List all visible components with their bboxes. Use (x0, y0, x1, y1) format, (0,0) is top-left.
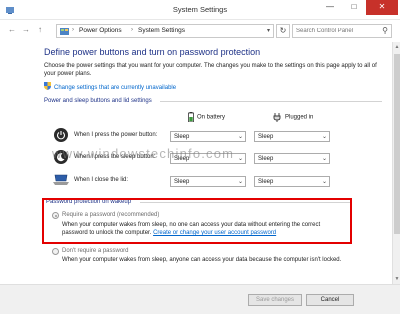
chevron-down-icon: ⌄ (321, 156, 327, 162)
save-changes-button[interactable]: Save changes (248, 294, 302, 306)
require-password-radio[interactable] (52, 212, 59, 219)
breadcrumb-system-settings[interactable]: System Settings (138, 27, 185, 34)
change-settings-label[interactable]: Change settings that are currently unava… (54, 85, 176, 91)
battery-icon (188, 112, 194, 122)
scroll-thumb[interactable] (394, 54, 400, 234)
dont-require-password-description: When your computer wakes from sleep, any… (62, 257, 342, 263)
main-content: Define power buttons and turn on passwor… (0, 42, 392, 284)
address-bar: ← → ↑ › Power Options › System Settings … (0, 20, 400, 42)
select-value: Sleep (258, 179, 274, 185)
sleep-button-plugged-select[interactable]: Sleep ⌄ (254, 153, 330, 164)
maximize-button[interactable]: □ (342, 0, 366, 15)
change-settings-link[interactable]: Change settings that are currently unava… (44, 82, 176, 91)
chevron-down-icon: ⌄ (237, 179, 243, 185)
search-icon[interactable]: ⚲ (382, 26, 388, 35)
section-divider (160, 101, 382, 102)
column-on-battery-label: On battery (197, 114, 226, 121)
breadcrumb-power-options[interactable]: Power Options (79, 27, 122, 34)
back-arrow-icon[interactable]: ← (6, 24, 18, 36)
forward-arrow-icon[interactable]: → (20, 24, 32, 36)
intro-text: Choose the power settings that you want … (44, 63, 377, 77)
chevron-down-icon: ⌄ (321, 179, 327, 185)
laptop-lid-icon (53, 174, 69, 185)
title-bar: System Settings — □ ✕ (0, 0, 400, 20)
power-button-icon (54, 128, 68, 142)
column-plugged-in: Plugged in (272, 112, 313, 122)
close-lid-battery-select[interactable]: Sleep ⌄ (170, 176, 246, 187)
breadcrumb-dropdown-icon[interactable]: ▾ (267, 27, 270, 34)
chevron-down-icon: ⌄ (237, 156, 243, 162)
plug-icon (273, 113, 281, 122)
breadcrumb-separator: › (131, 27, 133, 33)
require-password-description: When your computer wakes from sleep, no … (62, 221, 346, 237)
column-plugged-in-label: Plugged in (285, 114, 314, 121)
power-button-plugged-select[interactable]: Sleep ⌄ (254, 131, 330, 142)
search-box[interactable]: ⚲ (292, 24, 392, 38)
up-arrow-icon[interactable]: ↑ (34, 24, 46, 36)
select-value: Sleep (258, 156, 274, 162)
select-value: Sleep (174, 179, 190, 185)
scroll-down-icon[interactable]: ▼ (394, 276, 400, 282)
power-section-title: Power and sleep buttons and lid settings (44, 98, 152, 104)
dont-require-password-radio[interactable] (52, 248, 59, 255)
close-lid-plugged-select[interactable]: Sleep ⌄ (254, 176, 330, 187)
page-title: Define power buttons and turn on passwor… (44, 47, 261, 57)
chevron-down-icon: ⌄ (237, 134, 243, 140)
dont-require-password-label: Don't require a password (62, 248, 129, 254)
close-lid-label: When I close the lid: (74, 177, 129, 183)
close-button[interactable]: ✕ (366, 0, 398, 15)
minimize-button[interactable]: — (318, 0, 342, 15)
breadcrumb[interactable]: › Power Options › System Settings ▾ (56, 24, 274, 38)
power-button-battery-select[interactable]: Sleep ⌄ (170, 131, 246, 142)
select-value: Sleep (174, 134, 190, 140)
footer-bar: Save changes Cancel (0, 284, 400, 314)
breadcrumb-separator: › (72, 27, 74, 33)
scroll-up-icon[interactable]: ▲ (394, 44, 400, 50)
power-button-label: When I press the power button: (74, 132, 158, 138)
chevron-down-icon: ⌄ (321, 134, 327, 140)
cancel-button[interactable]: Cancel (306, 294, 354, 306)
uac-shield-icon (44, 82, 51, 90)
refresh-icon[interactable]: ↻ (276, 24, 290, 38)
control-panel-icon (60, 28, 69, 35)
column-on-battery: On battery (188, 112, 225, 122)
require-password-label: Require a password (recommended) (62, 212, 160, 218)
vertical-scrollbar[interactable]: ▲ ▼ (392, 42, 400, 284)
change-password-link[interactable]: Create or change your user account passw… (153, 230, 276, 236)
select-value: Sleep (258, 134, 274, 140)
watermark: www.windowstechinfo.com (52, 146, 235, 161)
search-input[interactable] (293, 25, 379, 37)
